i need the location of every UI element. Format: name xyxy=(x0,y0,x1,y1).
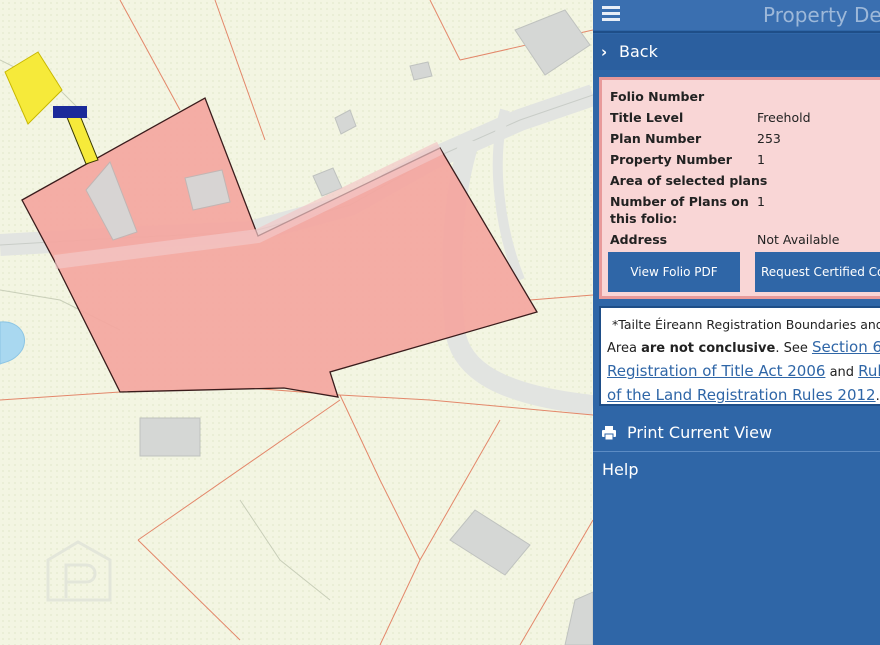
registration-act-link[interactable]: Registration of Title Act 2006 xyxy=(607,362,825,380)
map-view[interactable] xyxy=(0,0,593,645)
back-label: Back xyxy=(619,42,658,61)
folio-info-box: Folio Number Title Level Freehold Plan N… xyxy=(599,77,880,299)
row-label: Number of Plans on this folio: xyxy=(610,194,749,226)
print-label: Print Current View xyxy=(627,423,773,442)
marker-pin xyxy=(53,106,87,118)
request-certified-copy-button[interactable]: Request Certified Co xyxy=(755,252,880,292)
panel-title: Property De xyxy=(763,3,880,27)
row-label: Folio Number xyxy=(610,89,705,104)
row-value: Not Available xyxy=(757,232,840,247)
help-label: Help xyxy=(602,460,639,479)
row-label: Title Level xyxy=(610,110,684,125)
view-folio-pdf-button[interactable]: View Folio PDF xyxy=(608,252,740,292)
row-label: Area of selected plans xyxy=(610,173,768,188)
section-62-link[interactable]: Section 62(2 xyxy=(812,338,880,356)
property-details-panel: Property De › Back Folio Number Title Le… xyxy=(593,0,880,645)
panel-header: Property De xyxy=(593,0,880,30)
row-label: Address xyxy=(610,232,668,247)
row-value: Freehold xyxy=(757,110,811,125)
disclaimer-text: and xyxy=(825,365,859,380)
disclaimer-box: *Tailte Éireann Registration Boundaries … xyxy=(599,306,880,406)
disclaimer-text: . See xyxy=(775,341,812,356)
disclaimer-line: Registration of Title Act 2006 and Rule … xyxy=(607,360,880,384)
row-label: Property Number xyxy=(610,152,732,167)
row-value: 1 xyxy=(757,194,765,209)
chevron-right-icon: › xyxy=(601,43,608,61)
help-button[interactable]: Help xyxy=(593,452,880,488)
print-current-view-button[interactable]: Print Current View xyxy=(593,415,880,452)
disclaimer-text: Area xyxy=(607,341,642,356)
back-button[interactable]: › Back xyxy=(593,34,880,70)
disclaimer-line: of the Land Registration Rules 2012. xyxy=(607,384,880,404)
land-registration-rules-link[interactable]: of the Land Registration Rules 2012 xyxy=(607,386,876,404)
disclaimer-bold: are not conclusive xyxy=(641,341,776,356)
row-value: 253 xyxy=(757,131,781,146)
map-canvas[interactable] xyxy=(0,0,593,645)
menu-icon[interactable] xyxy=(600,3,622,25)
rule-8-link[interactable]: Rule 8 xyxy=(858,362,880,380)
disclaimer-text: . xyxy=(875,389,880,404)
printer-icon xyxy=(602,426,616,441)
disclaimer-text: *Tailte Éireann Registration Boundaries … xyxy=(612,317,880,332)
row-value: 1 xyxy=(757,152,765,167)
divider xyxy=(593,31,880,33)
row-label: Plan Number xyxy=(610,131,702,146)
disclaimer-line: Area are not conclusive. See Section 62(… xyxy=(607,336,880,360)
